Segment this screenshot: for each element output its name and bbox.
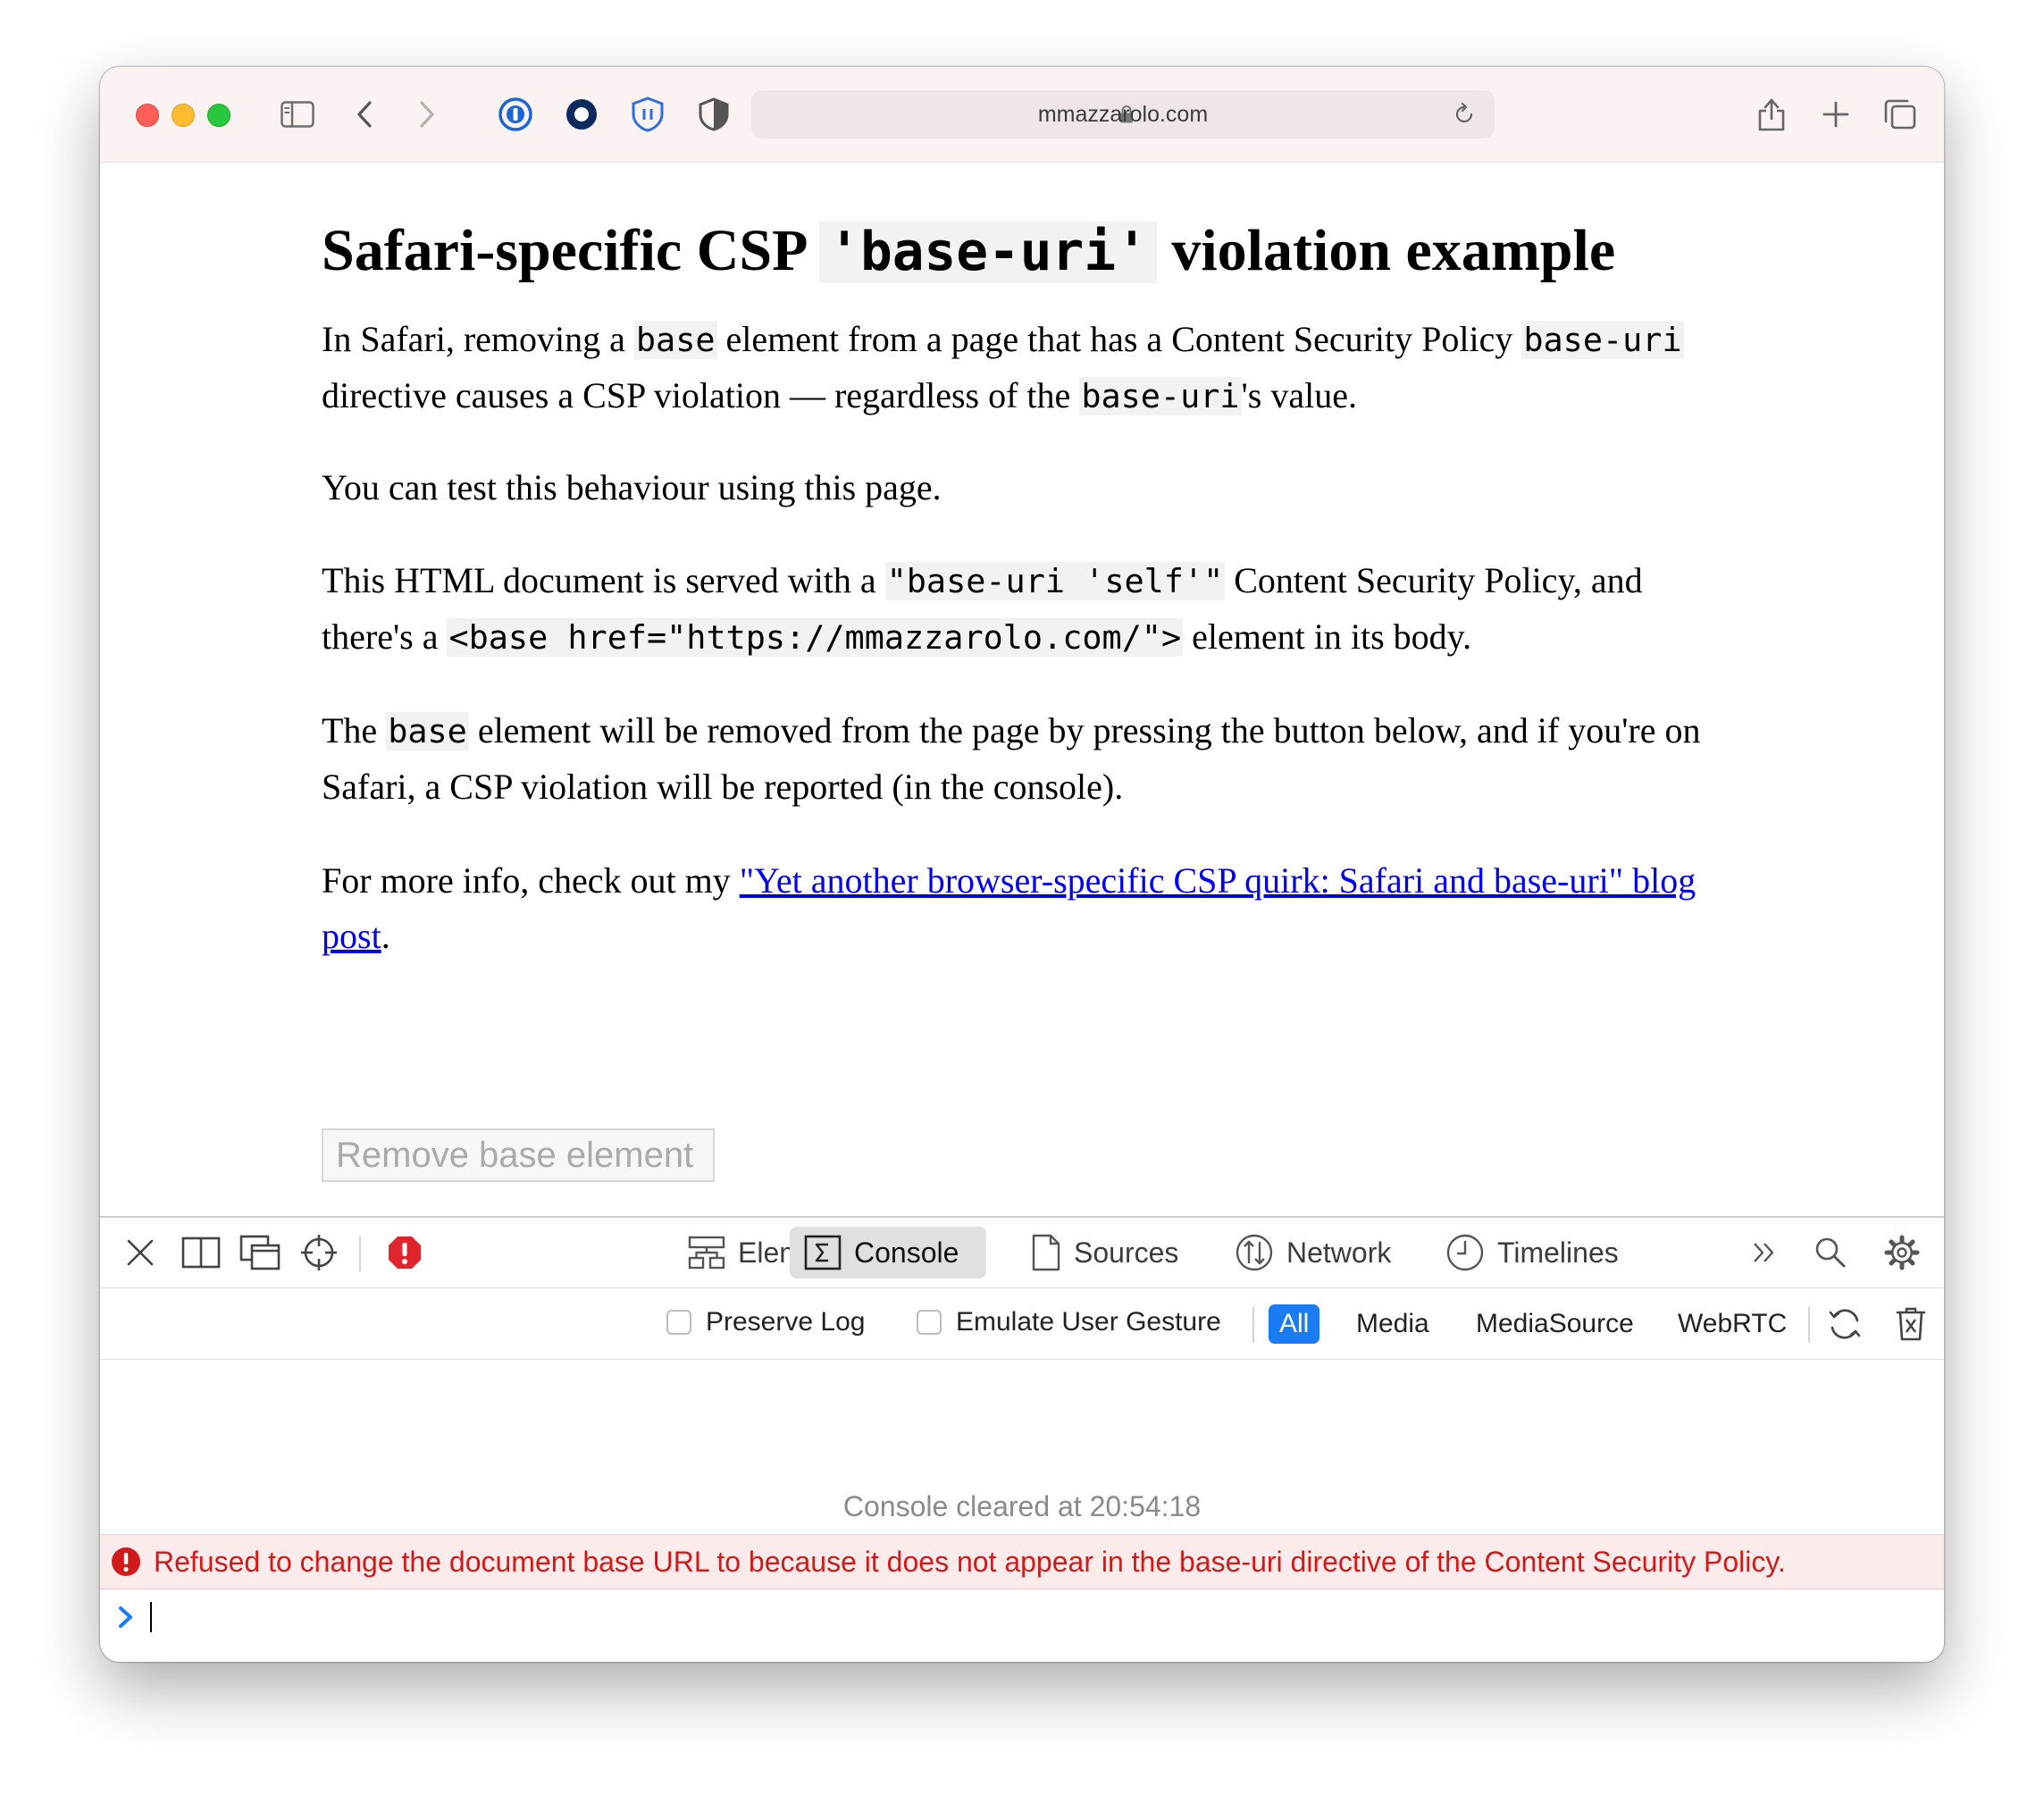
browser-toolbar: mmazzarolo.com — [100, 67, 1944, 163]
close-inspector-button[interactable] — [118, 1230, 163, 1275]
console-filter-bar: Preserve Log Emulate User Gesture All Me… — [100, 1289, 1944, 1360]
privacy-extension-button[interactable] — [691, 92, 736, 137]
gear-icon — [1884, 1235, 1920, 1270]
double-chevron-right-icon — [1754, 1243, 1774, 1262]
console-error-message[interactable]: Refused to change the document base URL … — [100, 1534, 1944, 1589]
paragraph-test: You can test this behaviour using this p… — [322, 467, 942, 507]
search-icon — [1815, 1237, 1846, 1268]
password-manager-icon — [498, 97, 532, 131]
text-caret — [150, 1602, 152, 1632]
console-cleared-message: Console cleared at 20:54:18 — [842, 1490, 1202, 1522]
share-icon — [1758, 98, 1785, 131]
tabs-overview-icon — [1884, 99, 1916, 130]
web-page-content: Safari-specific CSP 'base-uri' violation… — [100, 162, 1944, 1284]
blocker-extension-button[interactable] — [625, 92, 670, 137]
chevron-left-icon — [357, 101, 372, 128]
preserve-log-checkbox[interactable]: Preserve Log — [666, 1307, 865, 1337]
tab-console[interactable]: Console — [790, 1227, 986, 1278]
elements-icon — [688, 1236, 725, 1270]
browser-window: mmazzarolo.com Safari-specific CSP 'base… — [100, 67, 1944, 1662]
circle-extension-button[interactable] — [559, 92, 604, 137]
console-icon — [804, 1235, 842, 1270]
ring-logo-icon — [566, 99, 597, 130]
password-manager-extension-button[interactable] — [493, 92, 538, 137]
web-inspector: Elements Console Sources Network Timelin… — [100, 1216, 1944, 1662]
page-title: Safari-specific CSP 'base-uri' violation… — [322, 218, 1616, 283]
element-picker-button[interactable] — [295, 1230, 343, 1275]
sidebar-icon — [281, 101, 314, 128]
paragraph-policy: This HTML document is served with a "bas… — [322, 560, 1643, 657]
plus-icon — [1822, 101, 1849, 128]
tab-sources[interactable]: Sources — [1017, 1227, 1193, 1278]
sources-icon — [1032, 1234, 1060, 1271]
console-prompt[interactable] — [116, 1602, 152, 1632]
filter-webrtc[interactable]: WebRTC — [1671, 1304, 1794, 1344]
error-octagon-icon — [389, 1237, 421, 1269]
url-text: mmazzarolo.com — [1037, 102, 1209, 127]
errors-indicator-button[interactable] — [382, 1230, 427, 1275]
checkbox-box[interactable] — [917, 1310, 942, 1335]
chevron-right-icon — [420, 101, 434, 128]
network-icon — [1236, 1234, 1273, 1271]
zoom-window-button[interactable] — [207, 104, 230, 127]
detach-inspector-button[interactable] — [236, 1230, 284, 1275]
crosshair-icon — [301, 1235, 337, 1270]
close-icon — [127, 1239, 154, 1266]
dock-side-button[interactable] — [177, 1230, 225, 1275]
clear-on-reload-button[interactable] — [1822, 1302, 1867, 1346]
tab-timelines[interactable]: Timelines — [1431, 1227, 1633, 1278]
inspector-tab-bar: Elements Console Sources Network Timelin… — [100, 1218, 1944, 1288]
sidebar-toggle-button[interactable] — [273, 92, 322, 137]
filter-all[interactable]: All — [1269, 1304, 1320, 1344]
filter-separator — [1252, 1307, 1254, 1343]
filter-mediasource[interactable]: MediaSource — [1469, 1304, 1641, 1344]
paragraph-more-info: For more info, check out my "Yet another… — [322, 860, 1696, 956]
more-tabs-button[interactable] — [1742, 1230, 1787, 1275]
paragraph-intro: In Safari, removing a base element from … — [322, 319, 1684, 415]
error-message-text: Refused to change the document base URL … — [154, 1545, 1786, 1578]
new-tab-button[interactable] — [1814, 92, 1858, 137]
detach-window-icon — [239, 1235, 281, 1270]
tab-network[interactable]: Network — [1220, 1227, 1405, 1278]
shield-half-icon — [699, 97, 729, 131]
inspector-search-button[interactable] — [1808, 1230, 1853, 1275]
clear-console-button[interactable] — [1889, 1302, 1933, 1346]
tab-overview-button[interactable] — [1878, 92, 1923, 137]
timelines-icon — [1446, 1234, 1484, 1271]
forward-button[interactable] — [409, 92, 445, 137]
filter-media[interactable]: Media — [1349, 1304, 1437, 1344]
toolbar-separator — [359, 1236, 361, 1271]
paragraph-button-info: The base element will be removed from th… — [322, 710, 1701, 807]
reload-button[interactable] — [1452, 102, 1477, 131]
inspector-settings-button[interactable] — [1880, 1230, 1924, 1275]
dock-side-icon — [181, 1237, 221, 1269]
checkbox-box[interactable] — [666, 1310, 691, 1335]
remove-base-element-button[interactable]: Remove base element — [322, 1128, 715, 1182]
reload-cycle-icon — [1829, 1309, 1861, 1339]
error-icon — [112, 1547, 140, 1576]
reload-icon — [1455, 102, 1473, 123]
filter-separator — [1808, 1307, 1810, 1343]
back-button[interactable] — [347, 92, 382, 137]
close-window-button[interactable] — [136, 104, 159, 127]
shield-pause-icon — [632, 96, 664, 132]
address-bar[interactable]: mmazzarolo.com — [751, 90, 1495, 138]
trash-icon — [1896, 1307, 1926, 1341]
emulate-user-gesture-checkbox[interactable]: Emulate User Gesture — [917, 1307, 1221, 1337]
prompt-chevron-icon — [119, 1606, 132, 1628]
minimize-window-button[interactable] — [172, 104, 195, 127]
share-button[interactable] — [1749, 92, 1794, 137]
